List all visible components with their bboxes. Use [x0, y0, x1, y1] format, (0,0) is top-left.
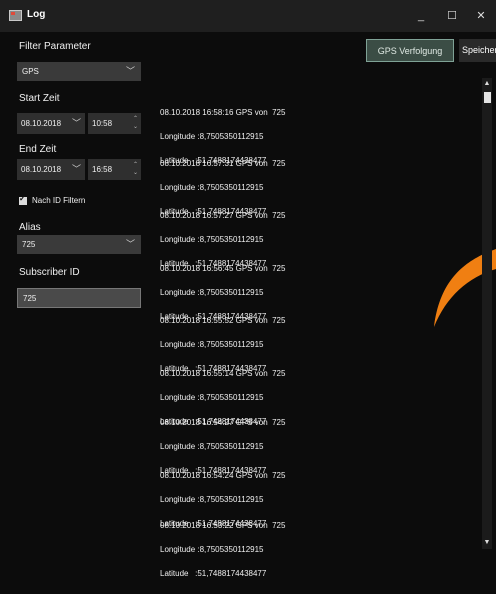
subscriber-id-value: 725	[23, 294, 37, 303]
main-panel: Filter Parameter GPS ﹀ Start Zeit 08.10.…	[0, 32, 496, 578]
log-entry-latitude: Latitude :51,7488174438477	[160, 569, 267, 578]
log-entry-header: 08.10.2018 16:54:24 GPS von 725	[160, 471, 286, 480]
filter-parameter-value: GPS	[22, 67, 39, 76]
log-entry-header: 08.10.2018 16:56:45 GPS von 725	[160, 264, 286, 273]
start-time-value: 10:58	[92, 119, 113, 128]
log-entry-longitude: Longitude :8,7505350112915	[160, 132, 264, 141]
alias-value: 725	[22, 240, 36, 249]
log-entry-longitude: Longitude :8,7505350112915	[160, 183, 264, 192]
subscriber-id-label: Subscriber ID	[19, 267, 80, 278]
chevron-down-icon: ﹀	[71, 118, 81, 128]
log-entry-header: 08.10.2018 16:57:31 GPS von 725	[160, 159, 286, 168]
start-date-value: 08.10.2018	[21, 119, 62, 128]
chevron-up-icon[interactable]: ▲	[482, 78, 492, 90]
log-entry-longitude: Longitude :8,7505350112915	[160, 495, 264, 504]
end-date-value: 08.10.2018	[21, 165, 62, 174]
log-entry-header: 08.10.2018 16:58:16 GPS von 725	[160, 108, 286, 117]
save-button[interactable]: Speichern	[459, 39, 496, 62]
chevron-down-icon: ﹀	[125, 239, 135, 249]
start-date-picker[interactable]: 08.10.2018 ﹀	[17, 113, 85, 134]
log-entry-header: 08.10.2018 16:53:22 GPS von 725	[160, 521, 286, 530]
log-entry-longitude: Longitude :8,7505350112915	[160, 235, 264, 244]
app-icon	[9, 10, 22, 21]
close-button[interactable]: ✕	[469, 6, 493, 26]
id-filter-checkbox[interactable]: ✓	[19, 194, 27, 205]
minimize-button[interactable]: _	[409, 6, 433, 26]
end-time-value: 16:58	[92, 165, 113, 174]
start-time-label: Start Zeit	[19, 93, 60, 104]
filter-parameter-select[interactable]: GPS ﹀	[17, 62, 141, 81]
filter-parameter-label: Filter Parameter	[19, 41, 91, 52]
log-entry-longitude: Longitude :8,7505350112915	[160, 288, 264, 297]
end-time-field[interactable]: 16:58 ⌃ ⌄	[88, 159, 141, 180]
spinner-arrows-icon[interactable]: ⌃ ⌄	[133, 115, 138, 131]
log-entry-longitude: Longitude :8,7505350112915	[160, 545, 264, 554]
log-entry-longitude: Longitude :8,7505350112915	[160, 393, 264, 402]
start-time-field[interactable]: 10:58 ⌃ ⌄	[88, 113, 141, 134]
scrollbar-thumb[interactable]	[484, 92, 491, 103]
window-title: Log	[27, 9, 46, 20]
vertical-scrollbar[interactable]: ▲ ▼	[482, 78, 492, 549]
end-date-picker[interactable]: 08.10.2018 ﹀	[17, 159, 85, 180]
log-entry: 08.10.2018 16:53:22 GPS von 725 Longitud…	[160, 506, 460, 594]
log-entry-longitude: Longitude :8,7505350112915	[160, 442, 264, 451]
gps-tracking-button[interactable]: GPS Verfolgung	[366, 39, 454, 62]
log-entry-longitude: Longitude :8,7505350112915	[160, 340, 264, 349]
end-time-label: End Zeit	[19, 144, 57, 155]
log-entry-header: 08.10.2018 16:55:52 GPS von 725	[160, 316, 286, 325]
maximize-button[interactable]: ☐	[440, 6, 464, 26]
chevron-down-icon[interactable]: ▼	[482, 537, 492, 549]
log-entry-header: 08.10.2018 16:57:27 GPS von 725	[160, 211, 286, 220]
subscriber-id-input[interactable]: 725	[17, 288, 141, 308]
chevron-down-icon: ﹀	[125, 66, 135, 76]
chevron-down-icon: ﹀	[71, 164, 81, 174]
alias-label: Alias	[19, 222, 41, 233]
check-icon: ✓	[19, 194, 26, 203]
id-filter-label: Nach ID Filtern	[32, 196, 86, 205]
log-entry-header: 08.10.2018 16:55:14 GPS von 725	[160, 369, 286, 378]
title-bar: Log _ ☐ ✕	[0, 0, 496, 32]
alias-select[interactable]: 725 ﹀	[17, 235, 141, 254]
log-entry-header: 08.10.2018 16:54:27 GPS von 725	[160, 418, 286, 427]
spinner-arrows-icon[interactable]: ⌃ ⌄	[133, 161, 138, 177]
